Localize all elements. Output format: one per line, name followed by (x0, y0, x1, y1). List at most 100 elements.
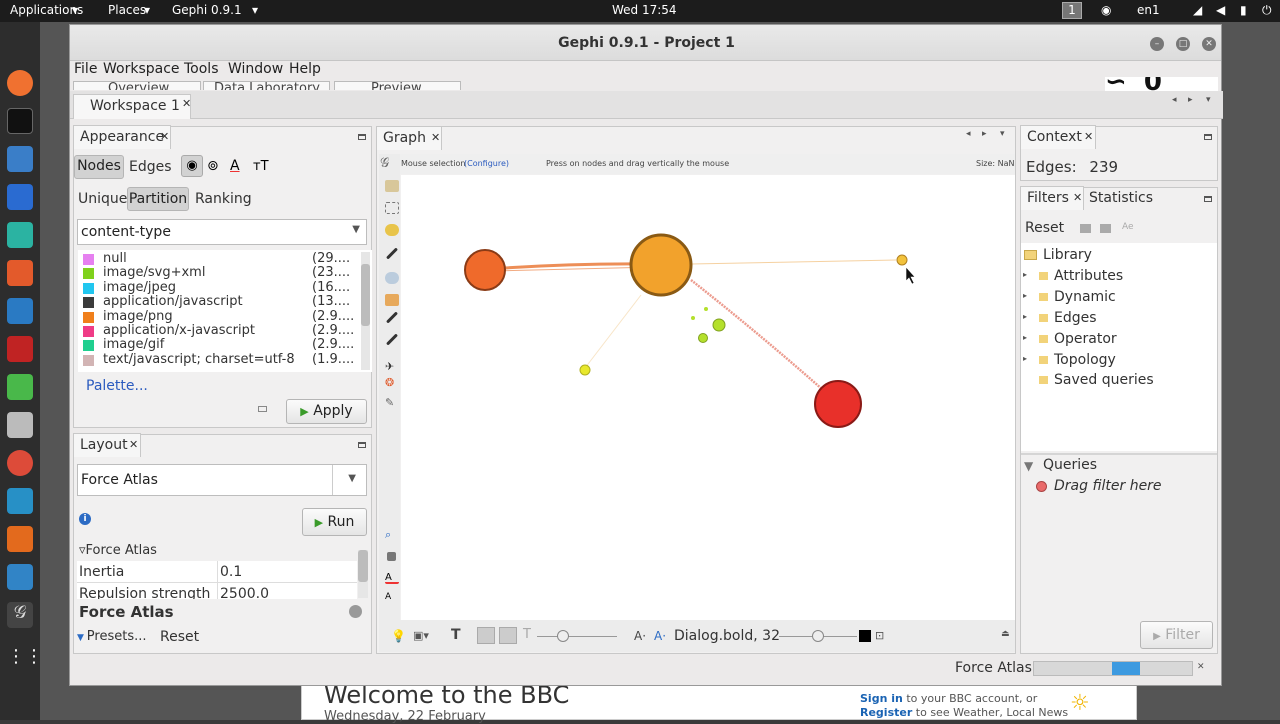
pencil-icon[interactable] (385, 247, 399, 260)
tab-context[interactable]: Context ✕ (1020, 125, 1096, 149)
sizer-icon[interactable] (385, 294, 399, 306)
partition-item[interactable]: text/javascript; charset=utf-8 (1.9.... (78, 352, 358, 368)
scroll-right-icon[interactable]: ▸ (1188, 95, 1193, 105)
tab-unique[interactable]: Unique (78, 191, 127, 207)
tab-preview[interactable]: Preview (334, 81, 461, 90)
label-color-swatch[interactable] (859, 630, 871, 642)
reset-button[interactable]: Reset (160, 629, 199, 645)
mail-icon[interactable] (7, 184, 33, 210)
library-node[interactable]: Library (1043, 247, 1092, 263)
filter-button[interactable]: ▶ Filter (1140, 621, 1213, 649)
partition-color-swatch[interactable] (83, 326, 94, 337)
chrome-icon[interactable] (7, 450, 33, 476)
workspace-indicator[interactable]: 1 (1062, 2, 1082, 19)
presets-button[interactable]: ▼ Presets... (77, 629, 147, 644)
tab-statistics[interactable]: Statistics (1089, 190, 1153, 206)
label-size-icon[interactable]: тT (253, 159, 269, 174)
node[interactable] (629, 233, 693, 297)
saved-queries-node[interactable]: Saved queries (1054, 372, 1154, 388)
close-icon[interactable]: ✕ (160, 130, 169, 143)
label-color-icon[interactable]: A (230, 158, 240, 174)
properties-section[interactable]: ▿Force Atlas (79, 543, 157, 558)
expand-icon[interactable]: ▸ (1023, 291, 1027, 300)
spreadsheet-icon[interactable] (7, 374, 33, 400)
close-icon[interactable]: ✕ (1073, 191, 1082, 204)
selection-tool-icon[interactable] (385, 180, 399, 192)
nodes-toggle[interactable]: Nodes (74, 155, 124, 179)
scroll-right-icon[interactable]: ▸ (982, 129, 987, 139)
tabs-dropdown-icon[interactable]: ▾ (1206, 95, 1211, 105)
property-scrollbar[interactable] (358, 550, 368, 598)
edge-color-icon[interactable] (499, 627, 517, 644)
minimize-panel-icon[interactable] (1204, 134, 1212, 140)
tab-data-laboratory[interactable]: Data Laboratory (203, 81, 330, 90)
auto-refresh-icon[interactable]: Ae (1122, 222, 1134, 232)
filter-category[interactable]: Operator (1054, 331, 1117, 347)
expand-icon[interactable]: ▸ (1023, 333, 1027, 342)
edge-pencil-icon[interactable] (385, 333, 399, 346)
layout-algorithm-select[interactable]: Force Atlas ▼ (77, 464, 367, 496)
partition-color-swatch[interactable] (83, 340, 94, 352)
screenshot-icon[interactable]: ▣▾ (413, 629, 429, 642)
lightbulb-icon[interactable]: 💡 (391, 629, 406, 643)
clock[interactable]: Wed 17:54 (612, 3, 677, 17)
font-size-icon[interactable]: A (385, 592, 399, 604)
edge-weight-slider[interactable] (537, 636, 617, 637)
app-grid-icon[interactable]: ⋮⋮ (7, 646, 43, 672)
rect-select-icon[interactable] (385, 202, 399, 214)
filters-reset-button[interactable]: Reset (1025, 220, 1064, 236)
partition-color-swatch[interactable] (83, 268, 94, 280)
filter-category[interactable]: Topology (1054, 352, 1116, 368)
menu-window[interactable]: Window (228, 61, 283, 77)
tab-appearance[interactable]: Appearance ✕ (73, 125, 171, 149)
places-menu[interactable]: Places (108, 3, 146, 17)
configure-link[interactable]: (Configure) (464, 159, 509, 168)
scroll-left-icon[interactable]: ◂ (1172, 95, 1177, 105)
property-value[interactable]: 0.1 (220, 564, 242, 580)
palette-icon[interactable]: ◉ (181, 155, 203, 177)
node[interactable] (691, 316, 695, 320)
partition-color-swatch[interactable] (83, 354, 94, 366)
volume-icon[interactable]: ◀ (1216, 3, 1225, 17)
tab-overview[interactable]: Overview (73, 81, 201, 90)
painter-icon[interactable] (385, 272, 399, 284)
partition-color-swatch[interactable] (83, 297, 94, 309)
expand-icon[interactable]: ▸ (1023, 270, 1027, 279)
label-color-icon[interactable]: A· (654, 629, 666, 643)
app-s-icon[interactable] (7, 260, 33, 286)
auto-apply-icon[interactable] (258, 406, 267, 412)
heat-graph-icon[interactable]: ❂ (385, 376, 399, 389)
graph-canvas[interactable] (401, 175, 1015, 620)
menu-help[interactable]: Help (289, 61, 321, 77)
files-icon[interactable] (7, 146, 33, 172)
menu-tools[interactable]: Tools (184, 61, 219, 77)
close-icon[interactable]: ✕ (129, 438, 138, 451)
minimize-panel-icon[interactable] (358, 442, 366, 448)
cancel-task-icon[interactable]: ✕ (1197, 662, 1205, 672)
close-icon[interactable]: ✕ (1084, 130, 1093, 143)
tab-filters[interactable]: Filters ✕ (1020, 186, 1084, 210)
palette-link[interactable]: Palette... (86, 378, 148, 394)
partition-color-swatch[interactable] (83, 254, 94, 265)
filter-category[interactable]: Dynamic (1054, 289, 1116, 305)
inkscape-icon[interactable] (7, 298, 33, 324)
slider-thumb[interactable] (812, 630, 824, 642)
signin-link[interactable]: Sign in (860, 692, 903, 705)
gephi-icon[interactable]: 𝒢 (7, 602, 33, 628)
node[interactable] (896, 254, 908, 266)
node[interactable] (814, 380, 862, 428)
node[interactable] (712, 318, 726, 332)
background-color-icon[interactable] (387, 552, 396, 561)
minimize-panel-icon[interactable] (358, 134, 366, 140)
show-labels-icon[interactable]: T (451, 627, 461, 643)
drag-icon[interactable] (385, 224, 399, 236)
node[interactable] (704, 307, 708, 311)
edge-label-color-icon[interactable]: A (385, 572, 399, 584)
partition-color-swatch[interactable] (83, 311, 94, 323)
battery-icon[interactable]: ▮ (1240, 3, 1247, 17)
screenshot-icon[interactable] (7, 564, 33, 590)
splitter[interactable] (1021, 453, 1217, 455)
menu-workspace[interactable]: Workspace (103, 61, 180, 77)
expand-icon[interactable]: ▸ (1023, 354, 1027, 363)
close-icon[interactable]: ✕ (182, 97, 191, 110)
